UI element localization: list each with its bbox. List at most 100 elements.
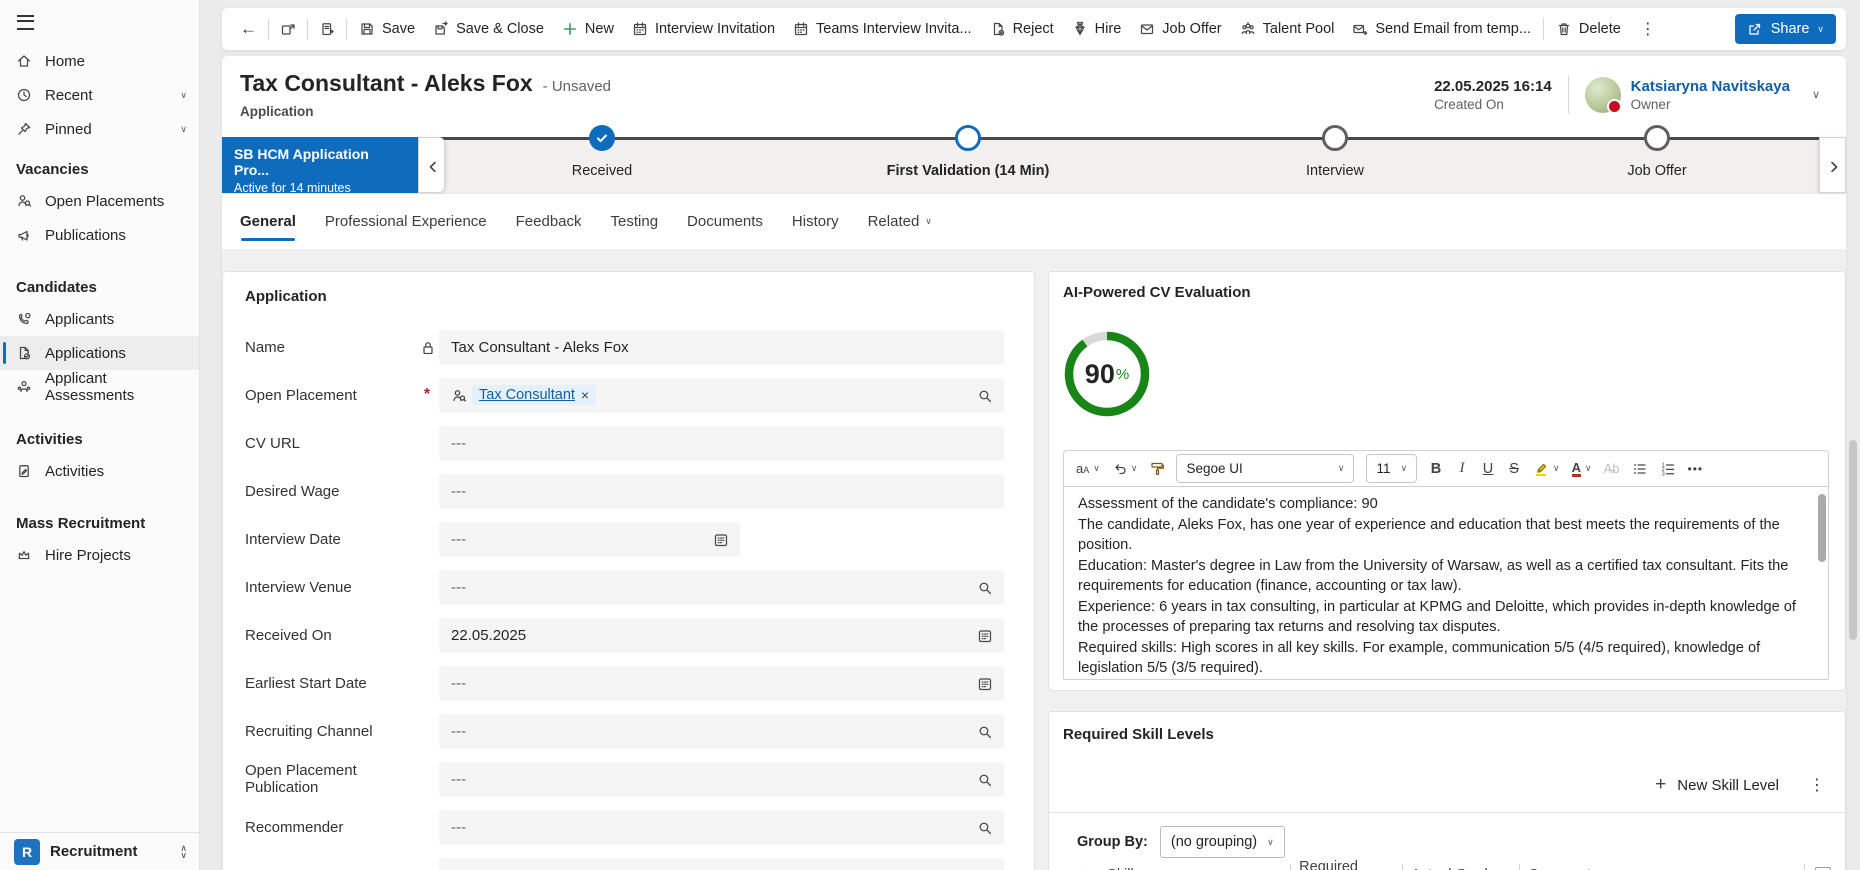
- process-scroll-right-button[interactable]: [1819, 137, 1846, 193]
- more-formatting-button[interactable]: •••: [1688, 462, 1704, 476]
- tax-consultant-link[interactable]: Tax Consultant: [479, 387, 575, 403]
- lookup-chip: Tax Consultant ×: [472, 385, 597, 405]
- calendar-icon[interactable]: [713, 532, 728, 547]
- stage-interview-dot[interactable]: [1322, 125, 1348, 151]
- earliest-start-date-field[interactable]: ---: [439, 665, 1004, 701]
- search-icon[interactable]: [977, 820, 992, 835]
- sidebar-item-publications[interactable]: Publications: [0, 218, 199, 252]
- talent-pool-label: Talent Pool: [1262, 21, 1335, 37]
- strikethrough-button[interactable]: S: [1507, 461, 1521, 477]
- tab-related[interactable]: Related ∨: [868, 194, 932, 249]
- recruiting-channel-field[interactable]: ---: [439, 713, 1004, 749]
- search-icon[interactable]: [977, 580, 992, 595]
- recommender-field[interactable]: ---: [439, 809, 1004, 845]
- interview-invitation-button[interactable]: Interview Invitation: [623, 13, 784, 45]
- delete-button[interactable]: Delete: [1547, 13, 1630, 45]
- hamburger-menu-button[interactable]: [0, 0, 199, 44]
- sidebar-item-activities[interactable]: Activities: [0, 454, 199, 488]
- score-value: 90: [1084, 358, 1115, 389]
- tab-feedback[interactable]: Feedback: [516, 194, 582, 249]
- sidebar-item-open-placements[interactable]: Open Placements: [0, 184, 199, 218]
- sidebar-item-applicants[interactable]: Applicants: [0, 302, 199, 336]
- highlight-button[interactable]: ∨: [1533, 461, 1560, 477]
- cv-url-field[interactable]: ---: [439, 425, 1004, 461]
- received-on-field[interactable]: 22.05.2025: [439, 617, 1004, 653]
- page-scrollbar-thumb[interactable]: [1849, 440, 1857, 640]
- undo-button[interactable]: ∨: [1112, 461, 1137, 476]
- numbered-list-icon[interactable]: 123: [1660, 461, 1676, 477]
- job-offer-button[interactable]: Job Offer: [1130, 13, 1230, 45]
- sidebar-item-hire-projects[interactable]: Hire Projects: [0, 538, 199, 572]
- teams-interview-button[interactable]: Teams Interview Invita...: [784, 13, 981, 45]
- stage-job-offer-label[interactable]: Job Offer: [1627, 163, 1686, 179]
- clipped-field[interactable]: [439, 857, 1004, 870]
- font-color-icon: A: [1571, 459, 1582, 477]
- search-icon[interactable]: [977, 388, 992, 403]
- font-family-dropdown[interactable]: Segoe UI ∨: [1176, 454, 1355, 483]
- chevron-down-icon[interactable]: ∨: [180, 90, 187, 100]
- search-icon[interactable]: [977, 724, 992, 739]
- skills-overflow-menu-button[interactable]: ⋮: [1805, 775, 1829, 795]
- stage-interview-label[interactable]: Interview: [1306, 163, 1364, 179]
- interview-date-field[interactable]: ---: [439, 521, 740, 557]
- back-button[interactable]: ←: [232, 13, 265, 45]
- editor-scrollbar-thumb[interactable]: [1818, 494, 1826, 562]
- font-color-button[interactable]: A ∨: [1571, 459, 1592, 477]
- stage-first-validation-label[interactable]: First Validation (14 Min): [887, 163, 1050, 179]
- stage-received-label[interactable]: Received: [572, 163, 632, 179]
- font-family-value: Segoe UI: [1186, 461, 1243, 476]
- sidebar-item-recent[interactable]: Recent ∨: [0, 78, 199, 112]
- chevron-down-icon[interactable]: ∨: [180, 124, 187, 134]
- search-icon[interactable]: [977, 772, 992, 787]
- font-size-dropdown[interactable]: 11 ∨: [1366, 454, 1418, 483]
- open-placement-field[interactable]: Tax Consultant ×: [439, 377, 1004, 413]
- sidebar-item-pinned[interactable]: Pinned ∨: [0, 112, 199, 146]
- bullet-list-icon[interactable]: [1632, 461, 1648, 477]
- interview-venue-field[interactable]: ---: [439, 569, 1004, 605]
- process-scroll-left-button[interactable]: [418, 137, 445, 193]
- talent-pool-button[interactable]: Talent Pool: [1231, 13, 1344, 45]
- send-email-button[interactable]: Send Email from temp...: [1343, 13, 1540, 45]
- save-button[interactable]: Save: [350, 13, 424, 45]
- chip-remove-icon[interactable]: ×: [581, 387, 589, 403]
- tab-history[interactable]: History: [792, 194, 839, 249]
- desired-wage-field[interactable]: ---: [439, 473, 1004, 509]
- overflow-menu-button[interactable]: ⋮: [1630, 19, 1666, 39]
- header-expand-chevron[interactable]: ∨: [1806, 89, 1826, 101]
- format-painter-button[interactable]: [1149, 461, 1165, 476]
- form-selector-button[interactable]: [311, 13, 343, 45]
- sidebar-item-applications[interactable]: Applications: [0, 336, 199, 370]
- new-button[interactable]: New: [553, 13, 623, 45]
- stage-received-dot[interactable]: [589, 125, 615, 151]
- tab-documents[interactable]: Documents: [687, 194, 763, 249]
- tab-professional-experience[interactable]: Professional Experience: [325, 194, 487, 249]
- hire-button[interactable]: Hire: [1063, 13, 1131, 45]
- app-switcher-bar[interactable]: R Recruitment ∧ ∨: [0, 832, 199, 870]
- owner-avatar[interactable]: [1584, 77, 1622, 114]
- share-button[interactable]: Share ∨: [1734, 14, 1836, 44]
- name-field[interactable]: Tax Consultant - Aleks Fox: [439, 329, 1004, 365]
- calendar-icon[interactable]: [977, 628, 992, 643]
- tab-testing[interactable]: Testing: [611, 194, 659, 249]
- calendar-icon[interactable]: [977, 676, 992, 691]
- stage-first-validation-dot[interactable]: [955, 125, 981, 151]
- sidebar-item-home[interactable]: Home: [0, 44, 199, 78]
- sidebar-item-applicant-assessments[interactable]: Applicant Assessments: [0, 370, 199, 404]
- italic-button[interactable]: I: [1455, 460, 1469, 477]
- underline-button[interactable]: U: [1481, 461, 1495, 477]
- tab-general[interactable]: General: [240, 194, 296, 249]
- reject-button[interactable]: Reject: [981, 13, 1063, 45]
- group-by-dropdown[interactable]: (no grouping) ∨: [1159, 826, 1285, 858]
- open-placement-publication-field[interactable]: ---: [439, 761, 1004, 797]
- bold-button[interactable]: B: [1429, 461, 1443, 477]
- font-options-button[interactable]: aA ∨: [1076, 461, 1100, 476]
- process-name-box[interactable]: SB HCM Application Pro... Active for 14 …: [222, 137, 418, 195]
- new-skill-level-button[interactable]: + New Skill Level: [1655, 774, 1779, 796]
- popout-button[interactable]: [272, 13, 304, 45]
- column-required-grade[interactable]: Required G...∨: [1291, 859, 1402, 870]
- save-and-close-button[interactable]: Save & Close: [424, 13, 553, 45]
- owner-name-link[interactable]: Katsiaryna Navitskaya: [1631, 78, 1790, 95]
- cv-evaluation-text[interactable]: Assessment of the candidate's compliance…: [1063, 487, 1829, 680]
- stage-job-offer-dot[interactable]: [1644, 125, 1670, 151]
- app-switcher-icon[interactable]: ∧ ∨: [180, 843, 187, 859]
